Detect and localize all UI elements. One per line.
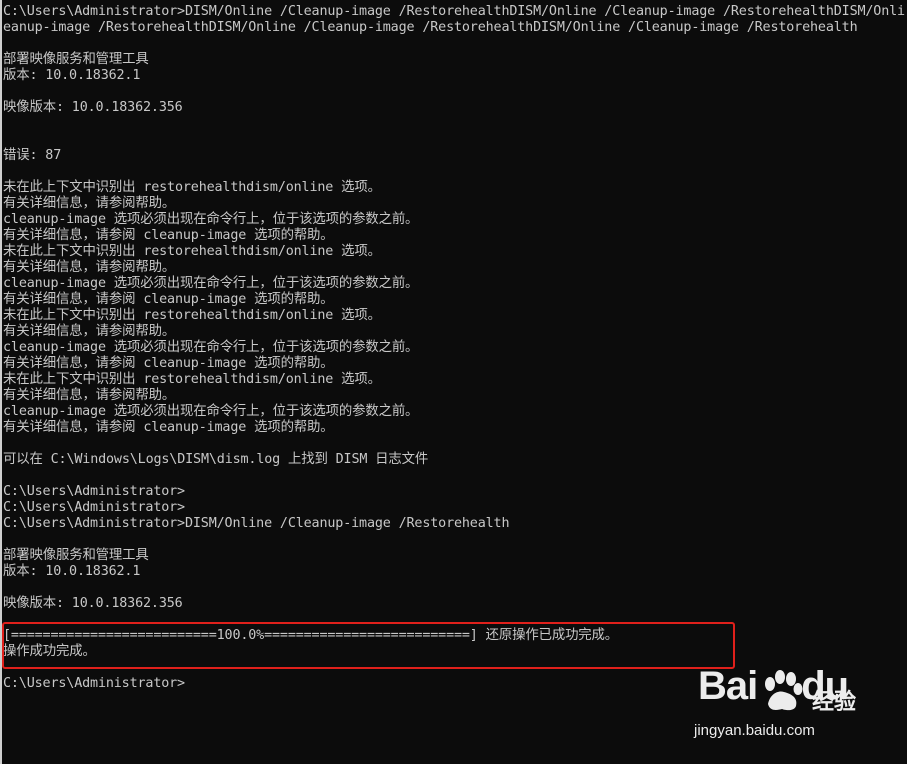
console-line: 未在此上下文中识别出 restorehealthdism/online 选项。 bbox=[3, 372, 381, 387]
console-line: eanup-image /RestorehealthDISM/Online /C… bbox=[3, 20, 858, 35]
console-line: cleanup-image 选项必须出现在命令行上，位于该选项的参数之前。 bbox=[3, 276, 419, 291]
console-output: C:\Users\Administrator>DISM/Online /Clea… bbox=[3, 4, 907, 692]
console-line: 未在此上下文中识别出 restorehealthdism/online 选项。 bbox=[3, 308, 381, 323]
baidu-jingyan-watermark: Bai du 经验 jingyan.baidu.com bbox=[692, 664, 897, 754]
console-line: 映像版本: 10.0.18362.356 bbox=[3, 100, 183, 115]
console-line: C:\Users\Administrator> bbox=[3, 484, 185, 499]
console-line: 有关详细信息，请参阅帮助。 bbox=[3, 324, 176, 339]
console-line: cleanup-image 选项必须出现在命令行上，位于该选项的参数之前。 bbox=[3, 212, 419, 227]
console-line: 映像版本: 10.0.18362.356 bbox=[3, 596, 183, 611]
console-line: 有关详细信息，请参阅 cleanup-image 选项的帮助。 bbox=[3, 420, 334, 435]
console-line: 有关详细信息，请参阅 cleanup-image 选项的帮助。 bbox=[3, 228, 334, 243]
watermark-url: jingyan.baidu.com bbox=[694, 722, 815, 739]
console-line: 可以在 C:\Windows\Logs\DISM\dism.log 上找到 DI… bbox=[3, 452, 429, 467]
console-line: 未在此上下文中识别出 restorehealthdism/online 选项。 bbox=[3, 244, 381, 259]
console-line: C:\Users\Administrator>DISM/Online /Clea… bbox=[3, 4, 905, 19]
console-line: 版本: 10.0.18362.1 bbox=[3, 564, 141, 579]
baidu-paw-icon bbox=[765, 670, 803, 711]
console-line: cleanup-image 选项必须出现在命令行上，位于该选项的参数之前。 bbox=[3, 404, 419, 419]
console-line: 有关详细信息，请参阅 cleanup-image 选项的帮助。 bbox=[3, 292, 334, 307]
console-line: cleanup-image 选项必须出现在命令行上，位于该选项的参数之前。 bbox=[3, 340, 419, 355]
console-line: 有关详细信息，请参阅 cleanup-image 选项的帮助。 bbox=[3, 356, 334, 371]
console-window[interactable]: C:\Users\Administrator>DISM/Online /Clea… bbox=[0, 0, 907, 764]
console-line: 有关详细信息，请参阅帮助。 bbox=[3, 388, 176, 403]
console-line: 未在此上下文中识别出 restorehealthdism/online 选项。 bbox=[3, 180, 381, 195]
console-line: 有关详细信息，请参阅帮助。 bbox=[3, 196, 176, 211]
highlight-annotation-box bbox=[2, 622, 735, 669]
console-line: 版本: 10.0.18362.1 bbox=[3, 68, 141, 83]
console-line: 部署映像服务和管理工具 bbox=[3, 548, 149, 563]
console-line: 有关详细信息，请参阅帮助。 bbox=[3, 260, 176, 275]
console-line: C:\Users\Administrator>DISM/Online /Clea… bbox=[3, 516, 510, 531]
console-line: 部署映像服务和管理工具 bbox=[3, 52, 149, 67]
console-line: 错误: 87 bbox=[3, 148, 62, 163]
brand-cn-text: 经验 bbox=[812, 690, 857, 715]
console-line: C:\Users\Administrator> bbox=[3, 500, 185, 515]
